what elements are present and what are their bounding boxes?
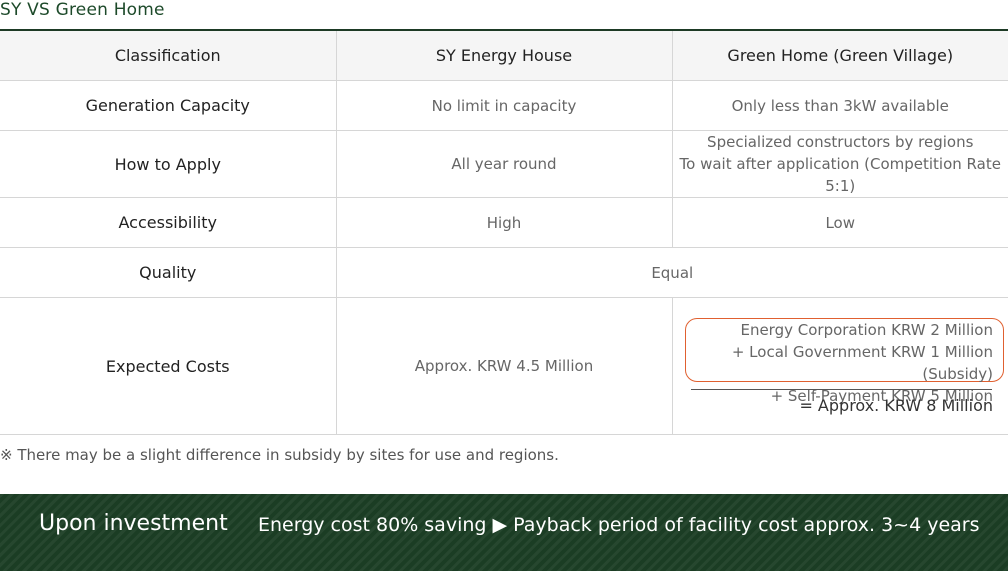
table-header-row: Classification SY Energy House Green Hom… (0, 31, 1008, 81)
cost-line: Energy Corporation KRW 2 Million (740, 321, 993, 339)
banner-text: Energy cost 80% saving ▶ Payback period … (258, 514, 980, 536)
sy-cell: High (335, 197, 672, 248)
column-header-classification: Classification (0, 31, 336, 81)
row-label: How to Apply (0, 130, 336, 198)
cost-breakdown: Energy Corporation KRW 2 Million + Local… (673, 298, 1008, 434)
sy-cell: No limit in capacity (335, 80, 672, 131)
column-header-green-home: Green Home (Green Village) (671, 31, 1008, 81)
banner-heading: Upon investment (39, 511, 228, 536)
page-title: SY VS Green Home (0, 0, 165, 20)
column-header-sy-energy-house: SY Energy House (335, 31, 672, 81)
comparison-table: Classification SY Energy House Green Hom… (0, 31, 1008, 435)
green-cell: Low (671, 197, 1008, 248)
sy-cell: Approx. KRW 4.5 Million (335, 297, 672, 435)
row-label: Accessibility (0, 197, 336, 248)
cost-line: + Local Government KRW 1 Million (Subsid… (731, 343, 993, 383)
table-row: Accessibility High Low (0, 197, 1008, 248)
investment-banner: Upon investment Energy cost 80% saving ▶… (0, 494, 1008, 571)
row-label: Expected Costs (0, 297, 336, 435)
row-label: Quality (0, 247, 336, 298)
footnote: ※ There may be a slight difference in su… (0, 446, 559, 464)
green-cost-cell: Energy Corporation KRW 2 Million + Local… (671, 297, 1008, 435)
green-cell-line: To wait after application (Competition R… (679, 155, 1001, 195)
green-cell: Only less than 3kW available (671, 80, 1008, 131)
merged-cell: Equal (335, 247, 1008, 298)
table-row: Generation Capacity No limit in capacity… (0, 80, 1008, 131)
sy-cell: All year round (335, 130, 672, 198)
sum-divider (690, 389, 992, 390)
green-cell: Specialized constructors by regions To w… (671, 130, 1008, 198)
table-row: How to Apply All year round Specialized … (0, 130, 1008, 198)
table-row: Quality Equal (0, 247, 1008, 298)
table-row: Expected Costs Approx. KRW 4.5 Million E… (0, 297, 1008, 435)
row-label: Generation Capacity (0, 80, 336, 131)
green-cell-line: Specialized constructors by regions (707, 133, 974, 151)
cost-highlight-box: Energy Corporation KRW 2 Million + Local… (684, 318, 1004, 405)
cost-total: = Approx. KRW 8 Million (799, 396, 993, 415)
